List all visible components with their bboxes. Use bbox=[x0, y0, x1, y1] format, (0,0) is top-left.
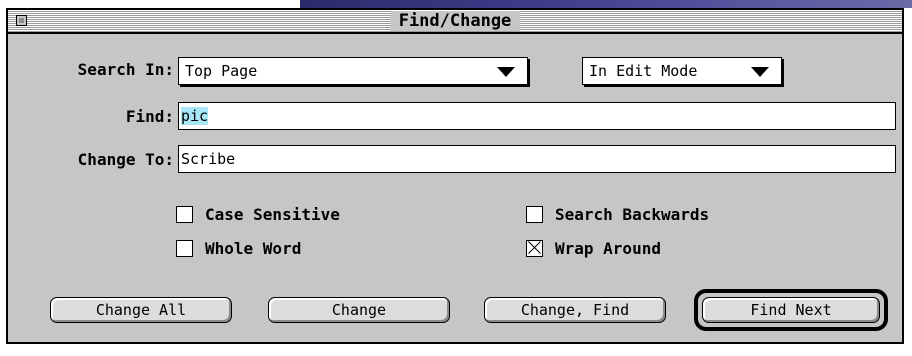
whole-word-option[interactable]: Whole Word bbox=[176, 237, 301, 259]
find-next-button[interactable]: Find Next bbox=[702, 297, 880, 323]
whole-word-label: Whole Word bbox=[205, 238, 302, 258]
triangle-down-icon bbox=[497, 67, 515, 77]
search-backwards-option[interactable]: Search Backwards bbox=[526, 203, 709, 225]
change-to-field[interactable]: Scribe bbox=[178, 145, 896, 173]
title-bar[interactable]: Find/Change bbox=[8, 10, 902, 34]
whole-word-checkbox[interactable] bbox=[176, 239, 193, 257]
change-to-label: Change To: bbox=[77, 150, 174, 169]
find-field[interactable]: pic bbox=[178, 102, 896, 130]
triangle-down-icon bbox=[751, 67, 769, 77]
search-scope-popup[interactable]: Top Page bbox=[178, 57, 528, 85]
case-sensitive-label: Case Sensitive bbox=[205, 204, 340, 224]
find-change-dialog: Find/Change Search In: Top Page In Edit … bbox=[6, 8, 904, 344]
find-field-value: pic bbox=[181, 107, 209, 125]
case-sensitive-checkbox[interactable] bbox=[176, 205, 193, 223]
change-all-button[interactable]: Change All bbox=[50, 297, 232, 323]
search-backwards-checkbox[interactable] bbox=[526, 205, 543, 223]
wrap-around-option[interactable]: Wrap Around bbox=[526, 237, 661, 259]
search-in-label: Search In: bbox=[77, 60, 174, 79]
case-sensitive-option[interactable]: Case Sensitive bbox=[176, 203, 340, 225]
change-find-button[interactable]: Change, Find bbox=[484, 297, 666, 323]
search-mode-popup[interactable]: In Edit Mode bbox=[582, 57, 782, 85]
search-backwards-label: Search Backwards bbox=[555, 204, 710, 224]
window-title: Find/Change bbox=[390, 11, 520, 31]
wrap-around-checkbox[interactable] bbox=[526, 239, 543, 257]
change-to-field-value: Scribe bbox=[181, 150, 236, 168]
search-scope-value: Top Page bbox=[185, 62, 258, 80]
desktop-background-bottom bbox=[0, 344, 912, 356]
wrap-around-label: Wrap Around bbox=[555, 238, 661, 258]
search-mode-value: In Edit Mode bbox=[589, 62, 698, 80]
desktop-window-edge bbox=[300, 0, 912, 8]
close-box-icon[interactable] bbox=[16, 15, 27, 26]
find-label: Find: bbox=[125, 107, 174, 126]
change-button[interactable]: Change bbox=[268, 297, 450, 323]
